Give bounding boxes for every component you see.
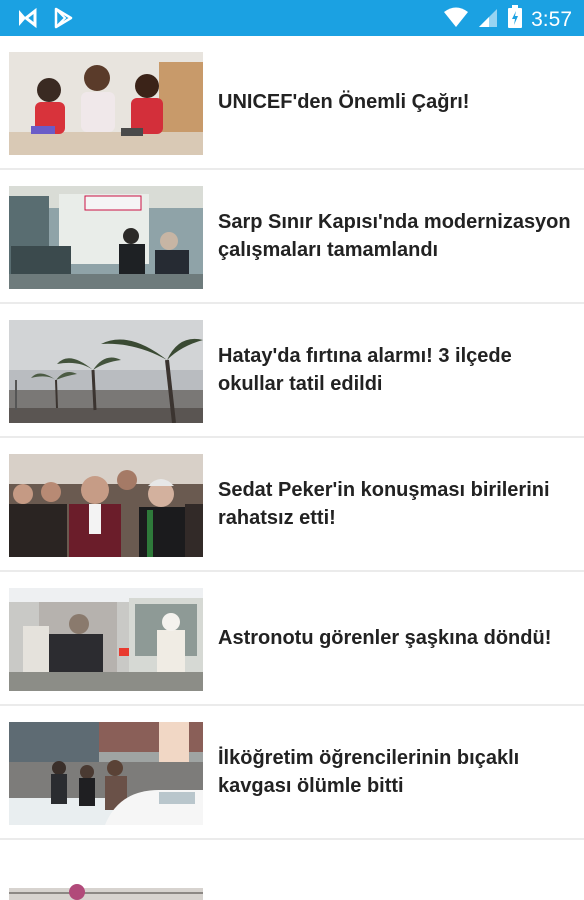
- news-card[interactable]: Sedat Peker'in konuşması birilerini raha…: [0, 438, 584, 572]
- wifi-icon: [443, 6, 469, 33]
- news-card[interactable]: UNICEF'den Önemli Çağrı!: [0, 36, 584, 170]
- news-title[interactable]: İlköğretim öğrencilerinin bıçaklı kavgas…: [218, 706, 576, 838]
- clock: 3:57: [531, 7, 572, 31]
- partial-photo[interactable]: [9, 856, 203, 900]
- news-card[interactable]: Hatay'da fırtına alarmı! 3 ilçede okulla…: [0, 304, 584, 438]
- storm-palm-trees-photo[interactable]: [9, 320, 203, 423]
- news-card[interactable]: İlköğretim öğrencilerinin bıçaklı kavgas…: [0, 706, 584, 840]
- crowd-of-men-photo[interactable]: [9, 454, 203, 557]
- news-title[interactable]: UNICEF'den Önemli Çağrı!: [218, 36, 576, 168]
- news-title[interactable]: Astronotu görenler şaşkına döndü!: [218, 572, 576, 704]
- battery-icon: [507, 5, 523, 34]
- news-title[interactable]: [218, 840, 576, 900]
- status-bar: 3:57: [0, 0, 584, 36]
- street-crowd-snow-photo[interactable]: [9, 722, 203, 825]
- astronaut-on-tram-photo[interactable]: [9, 588, 203, 691]
- news-feed[interactable]: UNICEF'den Önemli Çağrı! Sarp Sınır Kapı…: [0, 36, 584, 900]
- news-card[interactable]: Astronotu görenler şaşkına döndü!: [0, 572, 584, 706]
- cellular-signal-icon: [477, 6, 499, 33]
- notification-app-icon: [16, 7, 38, 34]
- children-with-tablets-photo[interactable]: [9, 52, 203, 155]
- news-title[interactable]: Hatay'da fırtına alarmı! 3 ilçede okulla…: [218, 304, 576, 436]
- border-gate-photo[interactable]: [9, 186, 203, 289]
- news-title[interactable]: Sarp Sınır Kapısı'nda modernizasyon çalı…: [218, 170, 576, 302]
- news-card[interactable]: [0, 840, 584, 900]
- play-store-icon: [52, 7, 74, 34]
- news-card[interactable]: Sarp Sınır Kapısı'nda modernizasyon çalı…: [0, 170, 584, 304]
- news-title[interactable]: Sedat Peker'in konuşması birilerini raha…: [218, 438, 576, 570]
